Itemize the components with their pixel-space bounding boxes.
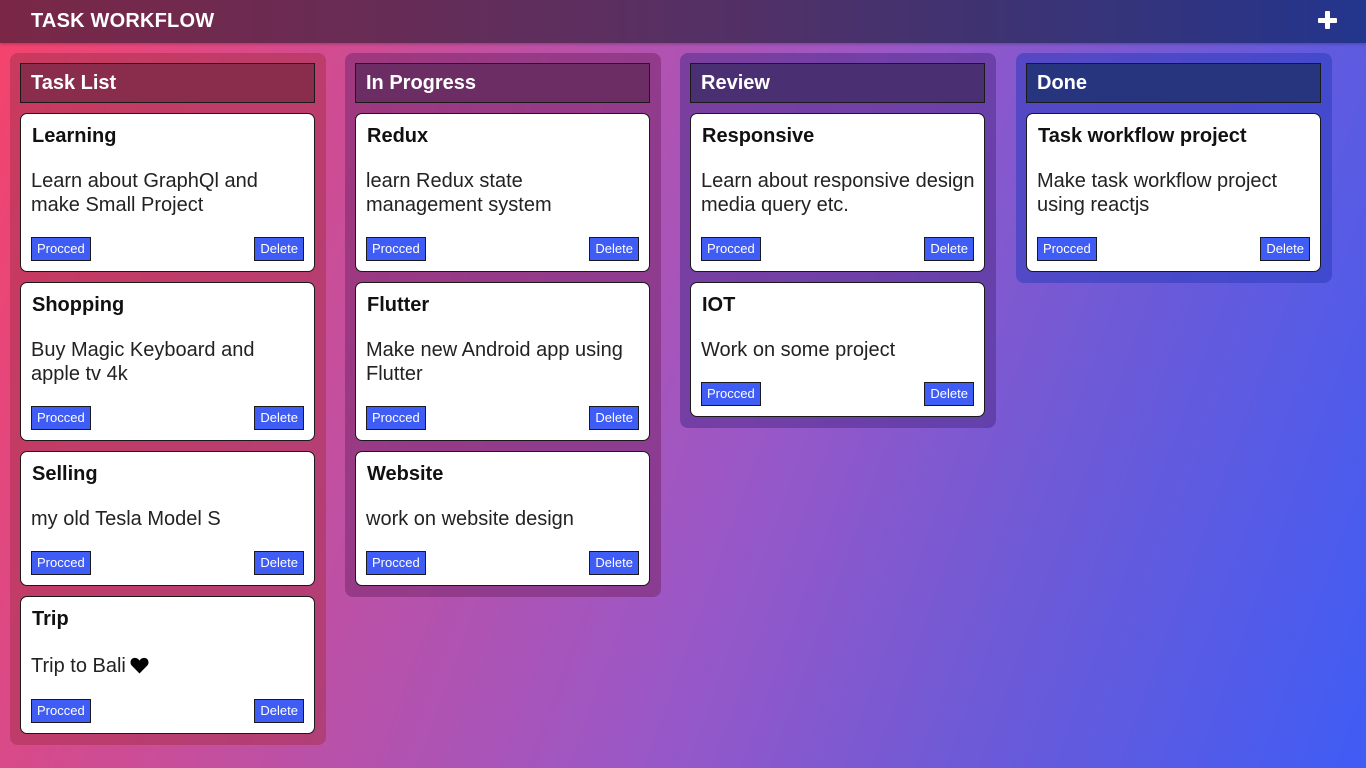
task-card: Learning Learn about GraphQl and make Sm…	[20, 113, 315, 272]
delete-button[interactable]: Delete	[589, 406, 639, 430]
task-description: learn Redux state management system	[366, 170, 552, 216]
column-header: Task List	[20, 63, 315, 103]
proceed-button[interactable]: Procced	[31, 237, 91, 261]
app-header: TASK WORKFLOW	[0, 0, 1366, 43]
plus-icon[interactable]	[1318, 10, 1338, 30]
task-description-text: Trip to Bali	[31, 655, 126, 677]
delete-button[interactable]: Delete	[589, 551, 639, 575]
task-description: work on website design	[366, 508, 574, 530]
delete-button[interactable]: Delete	[924, 237, 974, 261]
delete-button[interactable]: Delete	[254, 237, 304, 261]
column-header: Done	[1026, 63, 1321, 103]
proceed-button[interactable]: Procced	[1037, 237, 1097, 261]
task-card: Website work on website design Procced D…	[355, 451, 650, 586]
proceed-button[interactable]: Procced	[701, 237, 761, 261]
task-title: Website	[367, 463, 444, 485]
task-title: Shopping	[32, 294, 125, 316]
task-description: Make new Android app using Flutter	[366, 339, 623, 385]
proceed-button[interactable]: Procced	[366, 406, 426, 430]
proceed-button[interactable]: Procced	[366, 237, 426, 261]
delete-button[interactable]: Delete	[1260, 237, 1310, 261]
proceed-button[interactable]: Procced	[701, 382, 761, 406]
delete-button[interactable]: Delete	[254, 551, 304, 575]
task-card: Flutter Make new Android app using Flutt…	[355, 282, 650, 441]
delete-button[interactable]: Delete	[589, 237, 639, 261]
task-title: Responsive	[702, 125, 815, 147]
column-header: In Progress	[355, 63, 650, 103]
column-header: Review	[690, 63, 985, 103]
task-card: Shopping Buy Magic Keyboard and apple tv…	[20, 282, 315, 441]
task-description: Trip to Bali	[31, 654, 307, 680]
task-title: IOT	[702, 294, 736, 316]
proceed-button[interactable]: Procced	[31, 699, 91, 723]
task-description: Buy Magic Keyboard and apple tv 4k	[31, 339, 255, 385]
delete-button[interactable]: Delete	[924, 382, 974, 406]
task-description: my old Tesla Model S	[31, 508, 221, 530]
task-description: Learn about responsive design media quer…	[701, 170, 975, 216]
delete-button[interactable]: Delete	[254, 406, 304, 430]
task-title: Flutter	[367, 294, 430, 316]
task-card: Redux learn Redux state management syste…	[355, 113, 650, 272]
task-card: Task workflow project Make task workflow…	[1026, 113, 1321, 272]
heart-icon	[130, 656, 149, 680]
task-title: Selling	[32, 463, 98, 485]
proceed-button[interactable]: Procced	[366, 551, 426, 575]
task-description: Learn about GraphQl and make Small Proje…	[31, 170, 258, 216]
column-done: Done Task workflow project Make task wor…	[1016, 53, 1332, 283]
task-description: Make task workflow project using reactjs	[1037, 170, 1278, 216]
task-card: Selling my old Tesla Model S Procced Del…	[20, 451, 315, 586]
column-task-list: Task List Learning Learn about GraphQl a…	[10, 53, 326, 745]
task-title: Trip	[32, 608, 69, 630]
task-card: Responsive Learn about responsive design…	[690, 113, 985, 272]
task-card: IOT Work on some project Procced Delete	[690, 282, 985, 417]
task-description: Work on some project	[701, 339, 896, 361]
app-title: TASK WORKFLOW	[31, 10, 215, 32]
delete-button[interactable]: Delete	[254, 699, 304, 723]
proceed-button[interactable]: Procced	[31, 406, 91, 430]
task-title: Learning	[32, 125, 117, 147]
column-in-progress: In Progress Redux learn Redux state mana…	[345, 53, 661, 597]
task-title: Task workflow project	[1038, 125, 1247, 147]
task-title: Redux	[367, 125, 429, 147]
task-card: Trip Trip to Bali Procced Delete	[20, 596, 315, 734]
proceed-button[interactable]: Procced	[31, 551, 91, 575]
column-review: Review Responsive Learn about responsive…	[680, 53, 996, 428]
